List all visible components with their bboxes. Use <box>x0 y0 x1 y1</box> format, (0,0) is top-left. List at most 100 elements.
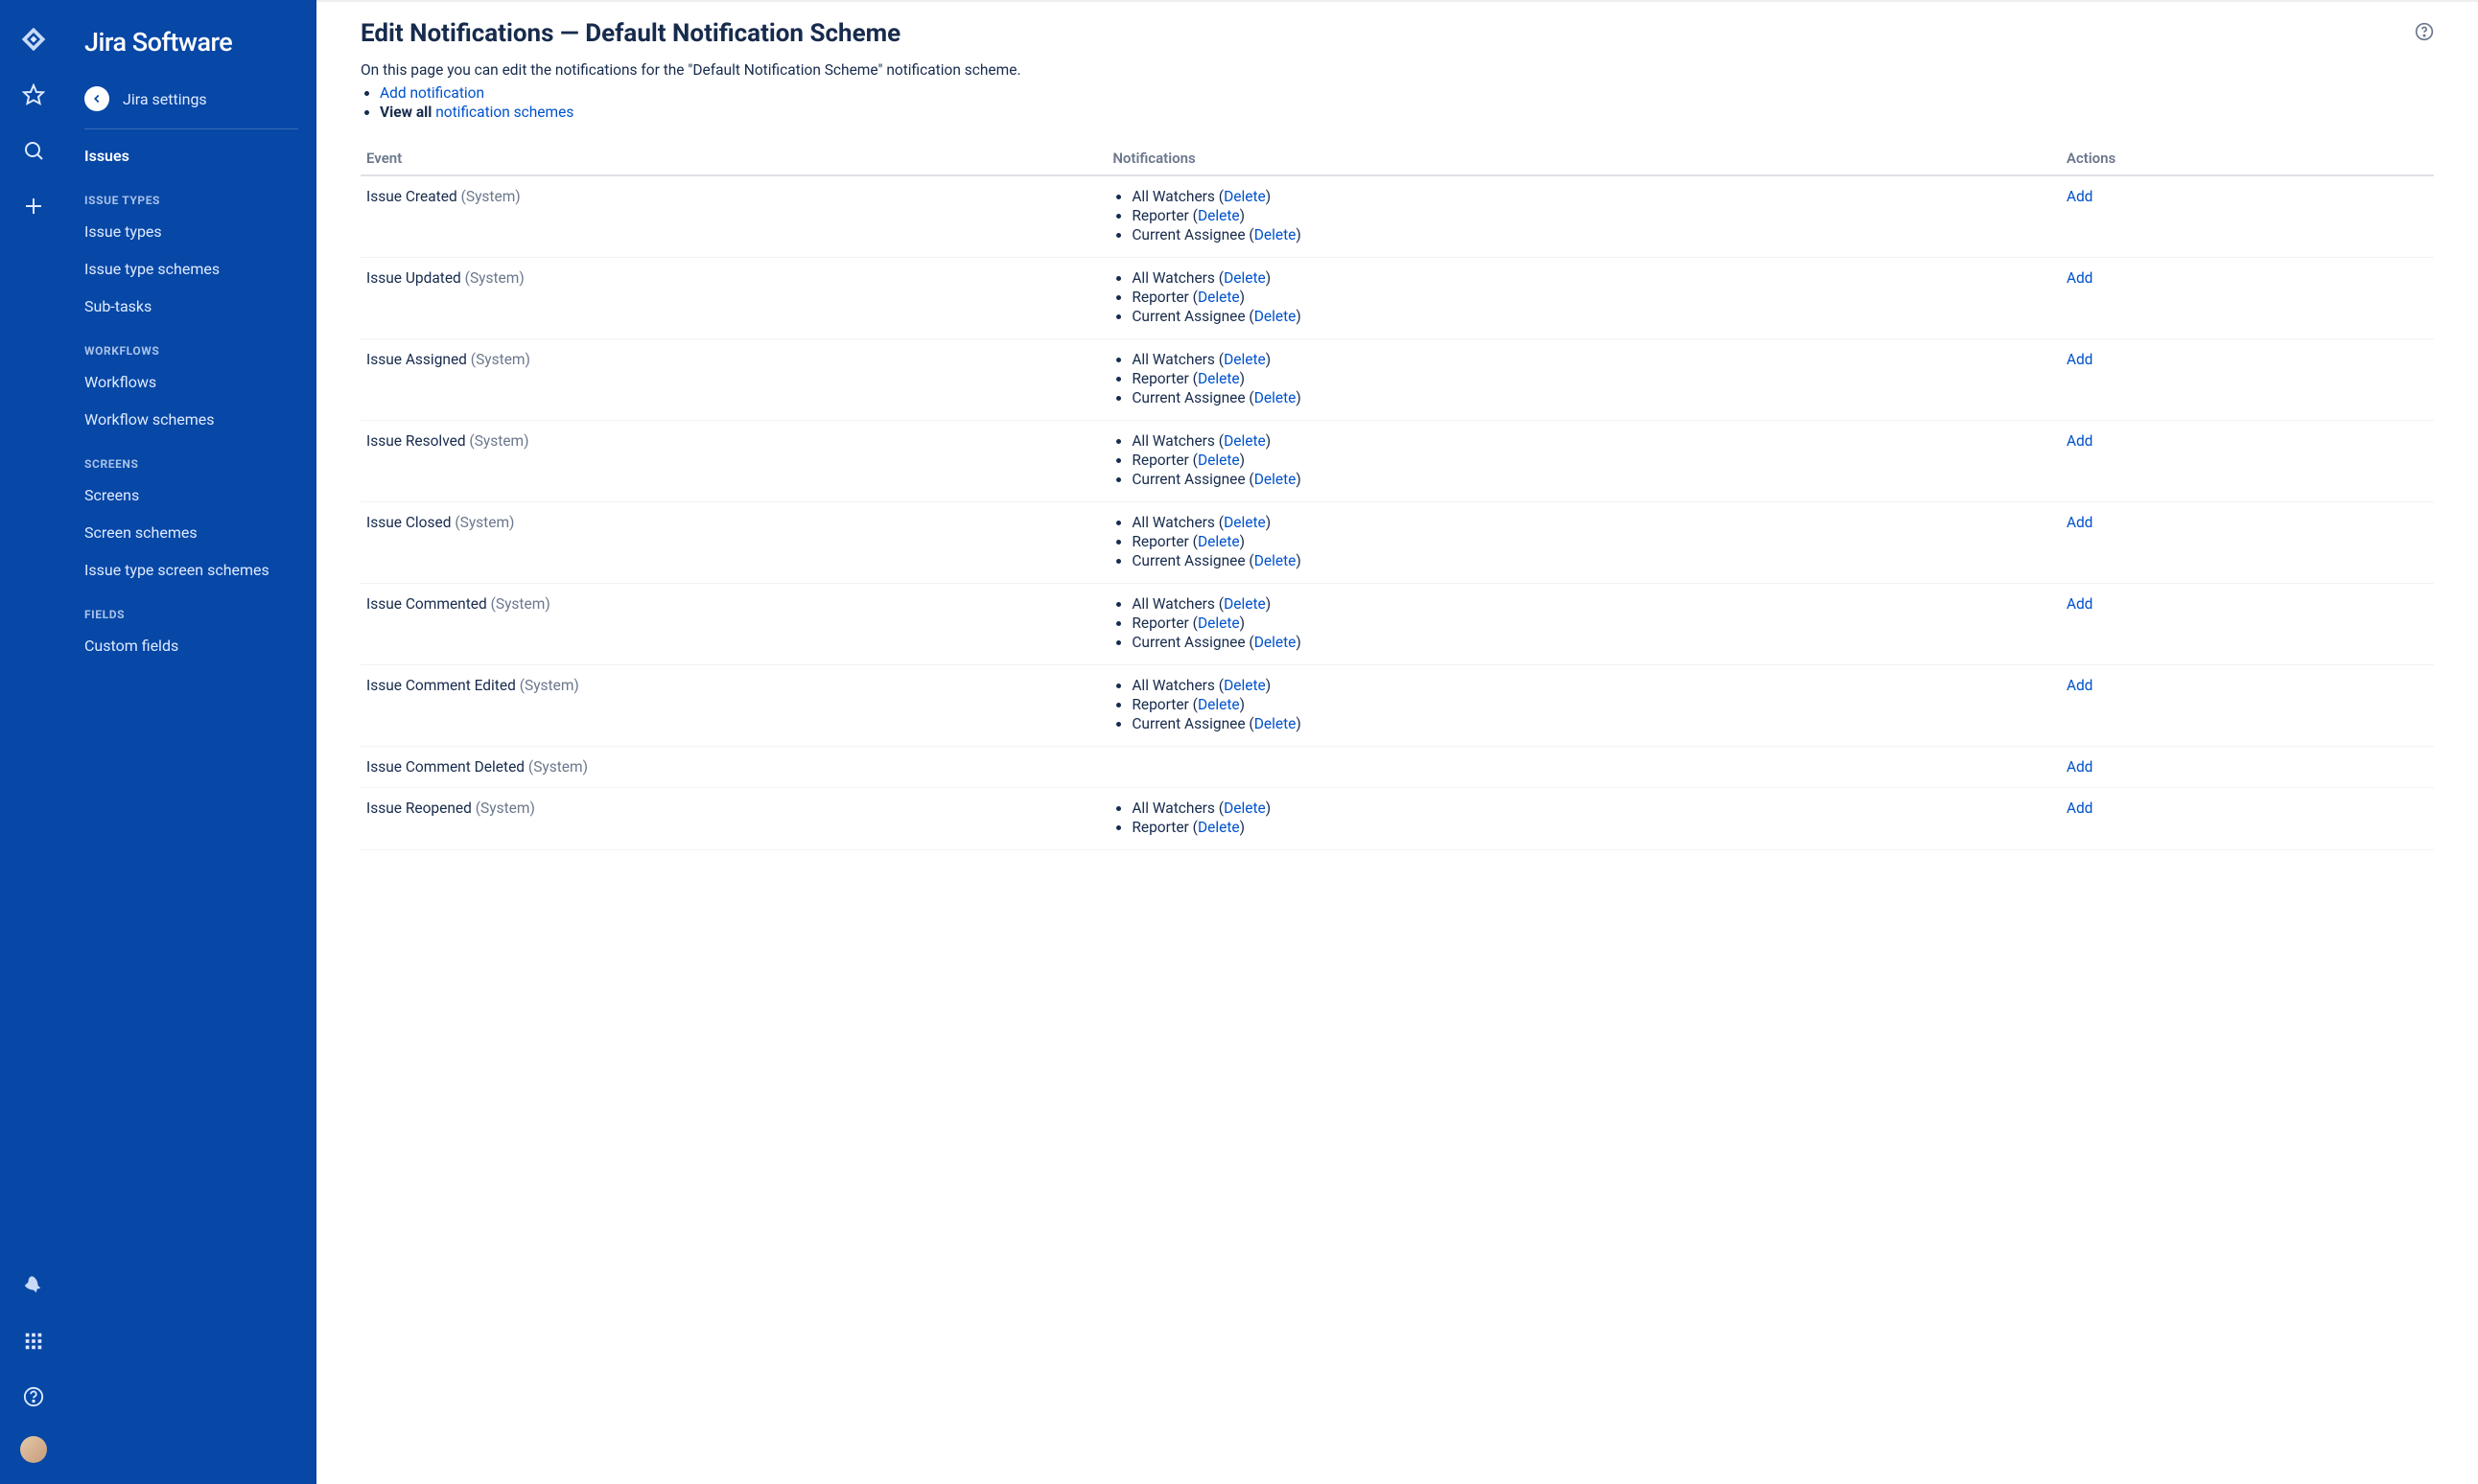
delete-recipient-link[interactable]: Delete <box>1198 370 1240 387</box>
recipient-name: Current Assignee ( <box>1132 634 1253 651</box>
sidebar-item[interactable]: Workflow schemes <box>67 401 316 438</box>
delete-recipient-link[interactable]: Delete <box>1254 226 1297 243</box>
delete-recipient-link[interactable]: Delete <box>1254 389 1297 406</box>
cell-notifications: All Watchers (Delete)Reporter (Delete)Cu… <box>1107 421 2061 502</box>
recipient-name: Current Assignee ( <box>1132 308 1253 325</box>
cell-event: Issue Reopened (System) <box>361 788 1107 850</box>
recipient-list: All Watchers (Delete)Reporter (Delete)Cu… <box>1112 677 2055 732</box>
cell-notifications: All Watchers (Delete)Reporter (Delete)Cu… <box>1107 258 2061 339</box>
search-icon[interactable] <box>17 134 50 167</box>
sidebar-item[interactable]: Sub-tasks <box>67 288 316 325</box>
table-row: Issue Updated (System)All Watchers (Dele… <box>361 258 2434 339</box>
recipient-name: Reporter ( <box>1132 207 1198 224</box>
delete-recipient-link[interactable]: Delete <box>1198 452 1240 469</box>
cell-notifications: All Watchers (Delete)Reporter (Delete) <box>1107 788 2061 850</box>
cell-actions: Add <box>2061 665 2434 747</box>
cell-event: Issue Assigned (System) <box>361 339 1107 421</box>
user-avatar[interactable] <box>20 1436 47 1463</box>
recipient-name: Reporter ( <box>1132 370 1198 387</box>
sidebar-item[interactable]: Screen schemes <box>67 514 316 551</box>
recipient-item: All Watchers (Delete) <box>1132 351 2055 368</box>
sidebar-item[interactable]: Workflows <box>67 363 316 401</box>
sidebar-item[interactable]: Issue types <box>67 213 316 250</box>
delete-recipient-link[interactable]: Delete <box>1224 188 1266 205</box>
recipient-name: Reporter ( <box>1132 819 1198 836</box>
sidebar-item[interactable]: Issue type schemes <box>67 250 316 288</box>
add-recipient-link[interactable]: Add <box>2067 351 2093 368</box>
cell-event: Issue Comment Deleted (System) <box>361 747 1107 788</box>
delete-recipient-link[interactable]: Delete <box>1224 269 1266 287</box>
add-notification-link[interactable]: Add notification <box>380 84 484 102</box>
help-icon[interactable] <box>17 1380 50 1413</box>
notification-schemes-link[interactable]: notification schemes <box>435 104 573 121</box>
add-recipient-link[interactable]: Add <box>2067 188 2093 205</box>
main-content: Edit Notifications — Default Notificatio… <box>316 0 2478 1484</box>
add-recipient-link[interactable]: Add <box>2067 677 2093 694</box>
notifications-table: Event Notifications Actions Issue Create… <box>361 142 2434 850</box>
delete-recipient-link[interactable]: Delete <box>1198 819 1240 836</box>
sidebar-item[interactable]: Issue type screen schemes <box>67 551 316 589</box>
recipient-item: Reporter (Delete) <box>1132 370 2055 387</box>
delete-recipient-link[interactable]: Delete <box>1224 800 1266 817</box>
add-recipient-link[interactable]: Add <box>2067 269 2093 287</box>
delete-recipient-link[interactable]: Delete <box>1254 471 1297 488</box>
delete-recipient-link[interactable]: Delete <box>1198 533 1240 550</box>
recipient-item: Reporter (Delete) <box>1132 614 2055 632</box>
recipient-item: All Watchers (Delete) <box>1132 677 2055 694</box>
jira-logo-icon[interactable] <box>17 23 50 56</box>
delete-recipient-link[interactable]: Delete <box>1224 677 1266 694</box>
table-row: Issue Comment Deleted (System) Add <box>361 747 2434 788</box>
delete-recipient-link[interactable]: Delete <box>1198 289 1240 306</box>
sidebar-item-issues[interactable]: Issues <box>67 137 316 174</box>
event-name: Issue Reopened <box>366 800 476 817</box>
cell-actions: Add <box>2061 502 2434 584</box>
delete-recipient-link[interactable]: Delete <box>1198 696 1240 713</box>
back-label: Jira settings <box>123 90 207 108</box>
delete-recipient-link[interactable]: Delete <box>1198 614 1240 632</box>
recipient-name: Reporter ( <box>1132 533 1198 550</box>
sidebar-item[interactable]: Screens <box>67 476 316 514</box>
recipient-list: All Watchers (Delete)Reporter (Delete)Cu… <box>1112 188 2055 243</box>
apps-icon[interactable] <box>17 1325 50 1357</box>
cell-event: Issue Comment Edited (System) <box>361 665 1107 747</box>
recipient-item: Reporter (Delete) <box>1132 819 2055 836</box>
page-help-icon[interactable] <box>2415 22 2434 45</box>
table-row: Issue Commented (System)All Watchers (De… <box>361 584 2434 665</box>
delete-recipient-link[interactable]: Delete <box>1254 552 1297 569</box>
delete-recipient-link[interactable]: Delete <box>1224 432 1266 450</box>
add-recipient-link[interactable]: Add <box>2067 758 2093 776</box>
recipient-item: All Watchers (Delete) <box>1132 514 2055 531</box>
recipient-name: All Watchers ( <box>1132 595 1224 613</box>
delete-recipient-link[interactable]: Delete <box>1254 308 1297 325</box>
add-recipient-link[interactable]: Add <box>2067 595 2093 613</box>
delete-recipient-link[interactable]: Delete <box>1224 595 1266 613</box>
delete-recipient-link[interactable]: Delete <box>1224 514 1266 531</box>
system-tag: (System) <box>520 677 579 694</box>
delete-recipient-link[interactable]: Delete <box>1254 715 1297 732</box>
recipient-list: All Watchers (Delete)Reporter (Delete) <box>1112 800 2055 836</box>
system-tag: (System) <box>465 269 525 287</box>
recipient-item: Reporter (Delete) <box>1132 207 2055 224</box>
add-recipient-link[interactable]: Add <box>2067 514 2093 531</box>
star-icon[interactable] <box>17 79 50 111</box>
add-recipient-link[interactable]: Add <box>2067 800 2093 817</box>
recipient-item: Current Assignee (Delete) <box>1132 552 2055 569</box>
delete-recipient-link[interactable]: Delete <box>1198 207 1240 224</box>
rocket-icon[interactable] <box>17 1269 50 1302</box>
recipient-name: Current Assignee ( <box>1132 715 1253 732</box>
back-to-settings[interactable]: Jira settings <box>67 79 316 128</box>
system-tag: (System) <box>461 188 521 205</box>
th-event: Event <box>361 142 1107 175</box>
recipient-item: Current Assignee (Delete) <box>1132 471 2055 488</box>
delete-recipient-link[interactable]: Delete <box>1224 351 1266 368</box>
cell-notifications: All Watchers (Delete)Reporter (Delete)Cu… <box>1107 339 2061 421</box>
delete-recipient-link[interactable]: Delete <box>1254 634 1297 651</box>
recipient-name: All Watchers ( <box>1132 351 1224 368</box>
sidebar-item[interactable]: Custom fields <box>67 627 316 664</box>
th-actions: Actions <box>2061 142 2434 175</box>
cell-actions: Add <box>2061 421 2434 502</box>
add-recipient-link[interactable]: Add <box>2067 432 2093 450</box>
global-nav-rail <box>0 0 67 1484</box>
create-icon[interactable] <box>17 190 50 222</box>
recipient-list: All Watchers (Delete)Reporter (Delete)Cu… <box>1112 514 2055 569</box>
